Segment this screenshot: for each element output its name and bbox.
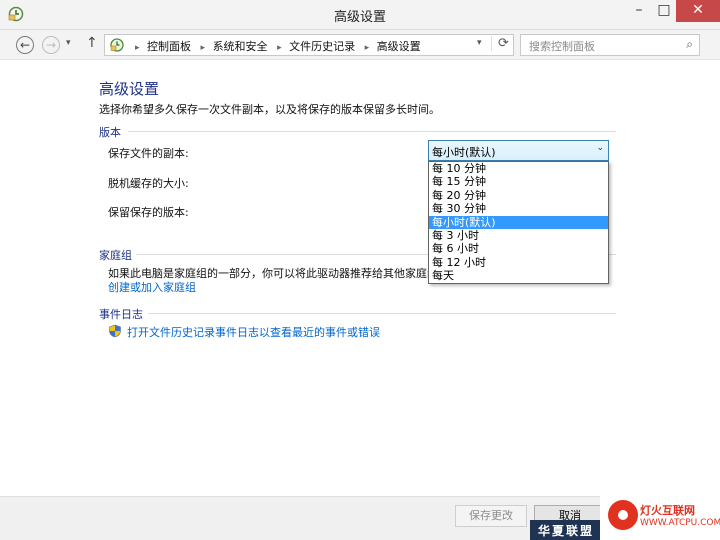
breadcrumb: ▸ 控制面板 ▸ 系统和安全 ▸ 文件历史记录 ▸ 高级设置 [131, 38, 423, 54]
section-heading-versions: 版本 [99, 126, 121, 139]
dropdown-option[interactable]: 每 15 分钟 [429, 175, 608, 188]
address-dropdown-button[interactable]: ▾ [477, 38, 482, 48]
chevron-down-icon: ⌄ [596, 143, 604, 153]
navigation-bar: ← → ▾ ↑ ▸ 控制面板 ▸ 系统和安全 ▸ 文件历史记录 ▸ 高级设置 ▾… [0, 30, 720, 60]
create-join-homegroup-link[interactable]: 创建或加入家庭组 [108, 279, 196, 295]
breadcrumb-separator: ▸ [277, 43, 282, 53]
keep-versions-label: 保留保存的版本: [108, 206, 189, 219]
search-icon[interactable]: ⌕ [686, 37, 693, 52]
section-heading-homegroup: 家庭组 [99, 249, 132, 262]
search-input[interactable]: 搜索控制面板 ⌕ [520, 34, 700, 56]
breadcrumb-separator: ▸ [364, 43, 370, 53]
dropdown-option[interactable]: 每 20 分钟 [429, 189, 608, 202]
watermark-url: WWW.ATCPU.COM [640, 518, 720, 528]
control-panel-icon [110, 38, 124, 52]
dropdown-option[interactable]: 每 10 分钟 [429, 162, 608, 175]
save-frequency-dropdown: 每 10 分钟每 15 分钟每 20 分钟每 30 分钟 每小时(默认) 每 3 小… [428, 161, 609, 284]
dropdown-option[interactable]: 每 3 小时 [429, 229, 608, 242]
page-title: 高级设置 [99, 80, 160, 98]
breadcrumb-file-history[interactable]: 文件历史记录 [289, 40, 355, 53]
section-heading-event-log: 事件日志 [99, 308, 143, 321]
watermark-circle-icon [608, 500, 638, 530]
dropdown-option[interactable]: 每 6 小时 [429, 242, 608, 255]
dropdown-option[interactable]: 每 12 小时 [429, 256, 608, 269]
recent-locations-button[interactable]: ▾ [66, 38, 71, 48]
search-placeholder: 搜索控制面板 [529, 40, 595, 53]
breadcrumb-separator: ▸ [135, 43, 140, 53]
breadcrumb-system-security[interactable]: 系统和安全 [213, 40, 268, 53]
up-button[interactable]: ↑ [86, 35, 98, 51]
save-frequency-value: 每小时(默认) [432, 146, 496, 159]
save-copies-label: 保存文件的副本: [108, 147, 189, 160]
watermark-name: 灯火互联网 [640, 504, 695, 517]
watermark-logo: 灯火互联网 WWW.ATCPU.COM [600, 496, 720, 540]
dropdown-option[interactable]: 每小时(默认) [429, 215, 608, 229]
open-event-log-link[interactable]: 打开文件历史记录事件日志以查看最近的事件或错误 [127, 324, 380, 340]
dropdown-option[interactable]: 每 30 分钟 [429, 202, 608, 215]
address-bar[interactable]: ▸ 控制面板 ▸ 系统和安全 ▸ 文件历史记录 ▸ 高级设置 ▾ ⟳ [104, 34, 514, 56]
minimize-button[interactable]: – [626, 0, 652, 22]
refresh-icon[interactable]: ⟳ [491, 36, 509, 51]
offline-cache-label: 脱机缓存的大小: [108, 177, 189, 190]
section-divider [148, 313, 616, 314]
back-button[interactable]: ← [16, 36, 34, 54]
window-title: 高级设置 [333, 10, 386, 25]
save-frequency-select[interactable]: 每小时(默认) ⌄ [428, 140, 609, 161]
title-bar: 高级设置 – □ ✕ [0, 0, 720, 30]
save-changes-button[interactable]: 保存更改 [455, 505, 527, 527]
breadcrumb-advanced-settings[interactable]: 高级设置 [377, 40, 421, 53]
shield-icon [109, 324, 121, 338]
breadcrumb-control-panel[interactable]: 控制面板 [147, 40, 191, 53]
page-description: 选择你希望多久保存一次文件副本，以及将保存的版本保留多长时间。 [99, 103, 440, 116]
section-divider [128, 131, 616, 132]
close-button[interactable]: ✕ [676, 0, 720, 22]
breadcrumb-separator: ▸ [200, 43, 206, 53]
forward-button[interactable]: → [42, 36, 60, 54]
dropdown-option[interactable]: 每天 [429, 269, 608, 282]
maximize-button[interactable]: □ [652, 0, 676, 22]
